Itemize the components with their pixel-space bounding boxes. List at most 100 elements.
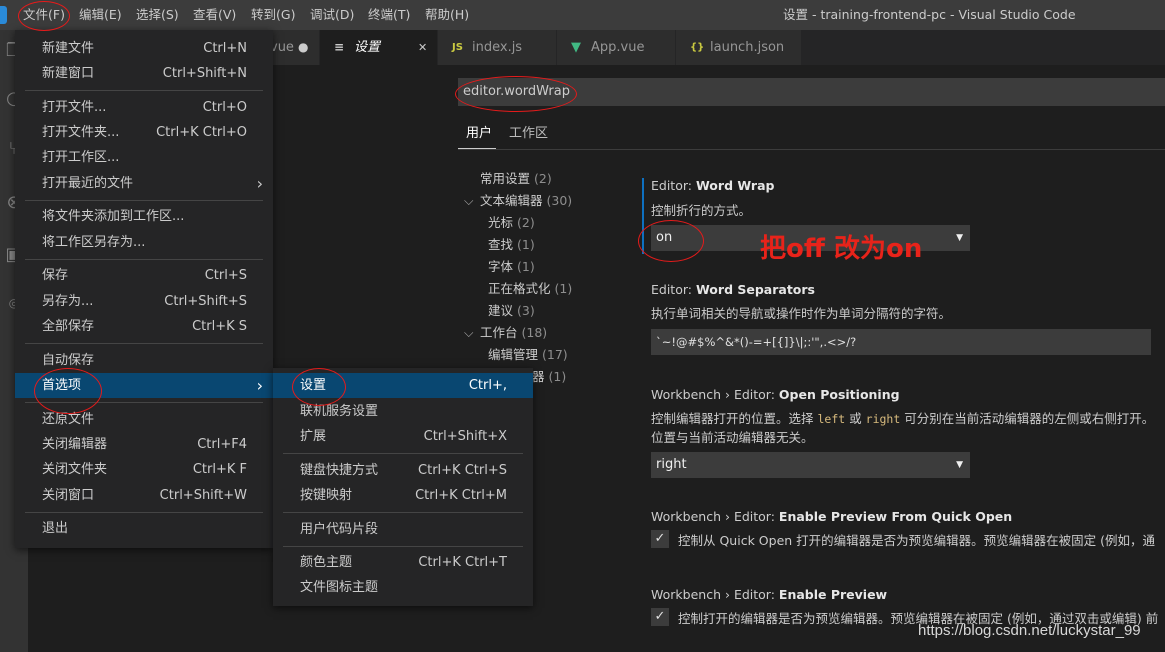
- menu-item-open-folder[interactable]: 打开文件夹... Ctrl+K Ctrl+O: [15, 120, 273, 145]
- tab-workspace[interactable]: 工作区: [509, 120, 548, 148]
- menu-separator: [25, 200, 263, 201]
- menu-item-extensions[interactable]: 扩展 Ctrl+Shift+X: [273, 424, 533, 449]
- toc-label: 查找: [488, 237, 514, 252]
- menu-item-save-as[interactable]: 另存为... Ctrl+Shift+S: [15, 289, 273, 314]
- menu-item-exit[interactable]: 退出: [15, 516, 273, 541]
- menu-go[interactable]: 转到(G): [251, 0, 295, 30]
- toc-label: 正在格式化: [488, 281, 551, 296]
- dirty-dot-icon[interactable]: ●: [298, 30, 308, 65]
- menu-item-user-snippets[interactable]: 用户代码片段: [273, 517, 533, 542]
- setting-desc-open-positioning: 控制编辑器打开的位置。选择 left 或 right 可分别在当前活动编辑器的左…: [651, 411, 1155, 426]
- chevron-down-icon: ⌵: [464, 193, 474, 208]
- menu-item-color-theme[interactable]: 颜色主题 Ctrl+K Ctrl+T: [273, 550, 533, 575]
- menu-separator: [25, 343, 263, 344]
- toc-count: (3): [517, 303, 535, 318]
- close-icon[interactable]: ✕: [418, 30, 427, 65]
- toc-count: (2): [534, 171, 552, 186]
- tab-launch-json[interactable]: {} launch.json: [676, 30, 802, 65]
- annotation-circle: [455, 76, 577, 112]
- toc-item[interactable]: ⌵ 工作台 (18): [464, 322, 547, 341]
- menu-item-save-workspace-as[interactable]: 将工作区另存为...: [15, 230, 273, 255]
- tab-label: index.js: [472, 40, 523, 55]
- chevron-right-icon: ›: [256, 174, 263, 193]
- toc-count: (17): [542, 347, 568, 362]
- toc-item[interactable]: 编辑管理 (17): [488, 344, 568, 363]
- annotation-circle: [34, 368, 102, 414]
- menu-item-keymaps[interactable]: 按键映射 Ctrl+K Ctrl+M: [273, 483, 533, 508]
- file-menu: 新建文件 Ctrl+N 新建窗口 Ctrl+Shift+N 打开文件... Ctrl+…: [15, 30, 273, 548]
- enable-preview-checkbox[interactable]: ✓: [651, 608, 669, 626]
- toc-count: (30): [546, 193, 573, 208]
- select-value: right: [656, 457, 687, 472]
- setting-title-word-separators: Editor: Word Separators: [651, 282, 815, 297]
- menu-item-file-icon-theme[interactable]: 文件图标主题: [273, 575, 533, 600]
- setting-desc-preview-quick-open: 控制从 Quick Open 打开的编辑器是否为预览编辑器。预览编辑器在被固定 …: [678, 533, 1156, 548]
- menu-separator: [25, 259, 263, 260]
- js-icon: JS: [452, 42, 463, 53]
- chevron-right-icon: ›: [256, 376, 263, 395]
- active-tab-underline: [458, 148, 496, 149]
- menu-item-open-workspace[interactable]: 打开工作区...: [15, 145, 273, 170]
- menu-item-close-window[interactable]: 关闭窗口 Ctrl+Shift+W: [15, 483, 273, 508]
- settings-file-icon: ≡: [334, 40, 345, 54]
- word-separators-input[interactable]: `~!@#$%^&*()-=+[{]}\|;:'",.<>/?: [651, 329, 1151, 355]
- toc-count: (1): [517, 237, 535, 252]
- toc-count: (1): [554, 281, 573, 296]
- setting-title-open-positioning: Workbench › Editor: Open Positioning: [651, 387, 900, 402]
- menu-selection[interactable]: 选择(S): [136, 0, 179, 30]
- toc-label: 建议: [488, 303, 514, 318]
- vue-icon: ▼: [571, 40, 581, 55]
- menu-help[interactable]: 帮助(H): [425, 0, 469, 30]
- menu-view[interactable]: 查看(V): [193, 0, 236, 30]
- toc-item[interactable]: 查找 (1): [488, 234, 535, 253]
- menu-item-open-recent[interactable]: 打开最近的文件 ›: [15, 171, 273, 196]
- toc-count: (1): [517, 259, 535, 274]
- menu-item-save[interactable]: 保存 Ctrl+S: [15, 263, 273, 288]
- input-value: `~!@#$%^&*()-=+[{]}\|;:'",.<>/?: [656, 335, 857, 349]
- annotation-text: 把off 改为on: [760, 234, 923, 264]
- menu-debug[interactable]: 调试(D): [310, 0, 354, 30]
- menu-item-close-editor[interactable]: 关闭编辑器 Ctrl+F4: [15, 432, 273, 457]
- menu-item-add-folder-workspace[interactable]: 将文件夹添加到工作区...: [15, 204, 273, 229]
- tab-app-vue[interactable]: ▼ App.vue: [557, 30, 676, 65]
- preview-quick-open-checkbox[interactable]: ✓: [651, 530, 669, 548]
- menu-item-close-folder[interactable]: 关闭文件夹 Ctrl+K F: [15, 457, 273, 482]
- menu-terminal[interactable]: 终端(T): [368, 0, 410, 30]
- toc-item[interactable]: 字体 (1): [488, 256, 535, 275]
- tab-user[interactable]: 用户: [466, 120, 492, 148]
- vscode-logo-icon: [0, 6, 7, 24]
- toc-count: (2): [517, 215, 535, 230]
- toc-label: 文本编辑器: [480, 193, 543, 208]
- menu-item-save-all[interactable]: 全部保存 Ctrl+K S: [15, 314, 273, 339]
- toc-label: 常用设置: [480, 171, 531, 186]
- open-positioning-select[interactable]: right ▼: [651, 452, 970, 478]
- menu-edit[interactable]: 编辑(E): [79, 0, 122, 30]
- chevron-down-icon: ▼: [956, 233, 963, 243]
- tab-index-js[interactable]: JS index.js: [438, 30, 557, 65]
- toc-label: 编辑管理: [488, 347, 539, 362]
- toc-label: 字体: [488, 259, 514, 274]
- toc-count: (18): [521, 325, 548, 340]
- toc-count: (1): [548, 369, 567, 384]
- toc-item[interactable]: 建议 (3): [488, 300, 535, 319]
- toc-item[interactable]: 光标 (2): [488, 212, 535, 231]
- toc-item[interactable]: 常用设置 (2): [480, 168, 552, 187]
- chevron-down-icon: ⌵: [464, 325, 474, 340]
- menu-separator: [283, 512, 523, 513]
- chevron-down-icon: ▼: [956, 460, 963, 470]
- toc-item[interactable]: 器 (1): [532, 366, 566, 385]
- menu-item-new-file[interactable]: 新建文件 Ctrl+N: [15, 36, 273, 61]
- setting-desc-word-separators: 执行单词相关的导航或操作时作为单词分隔符的字符。: [651, 306, 952, 321]
- menu-item-open-file[interactable]: 打开文件... Ctrl+O: [15, 95, 273, 120]
- menu-separator: [283, 453, 523, 454]
- menu-separator: [283, 546, 523, 547]
- tab-settings[interactable]: ≡ 设置 ✕: [320, 30, 438, 65]
- toc-item[interactable]: ⌵ 文本编辑器 (30): [464, 190, 572, 209]
- watermark: https://blog.csdn.net/luckystar_99: [918, 622, 1141, 639]
- toc-item[interactable]: 正在格式化 (1): [488, 278, 572, 297]
- menu-item-keyboard-shortcuts[interactable]: 键盘快捷方式 Ctrl+K Ctrl+S: [273, 458, 533, 483]
- annotation-circle: [292, 368, 346, 406]
- toc-label: 光标: [488, 215, 514, 230]
- menu-item-new-window[interactable]: 新建窗口 Ctrl+Shift+N: [15, 61, 273, 86]
- annotation-circle: [638, 220, 704, 262]
